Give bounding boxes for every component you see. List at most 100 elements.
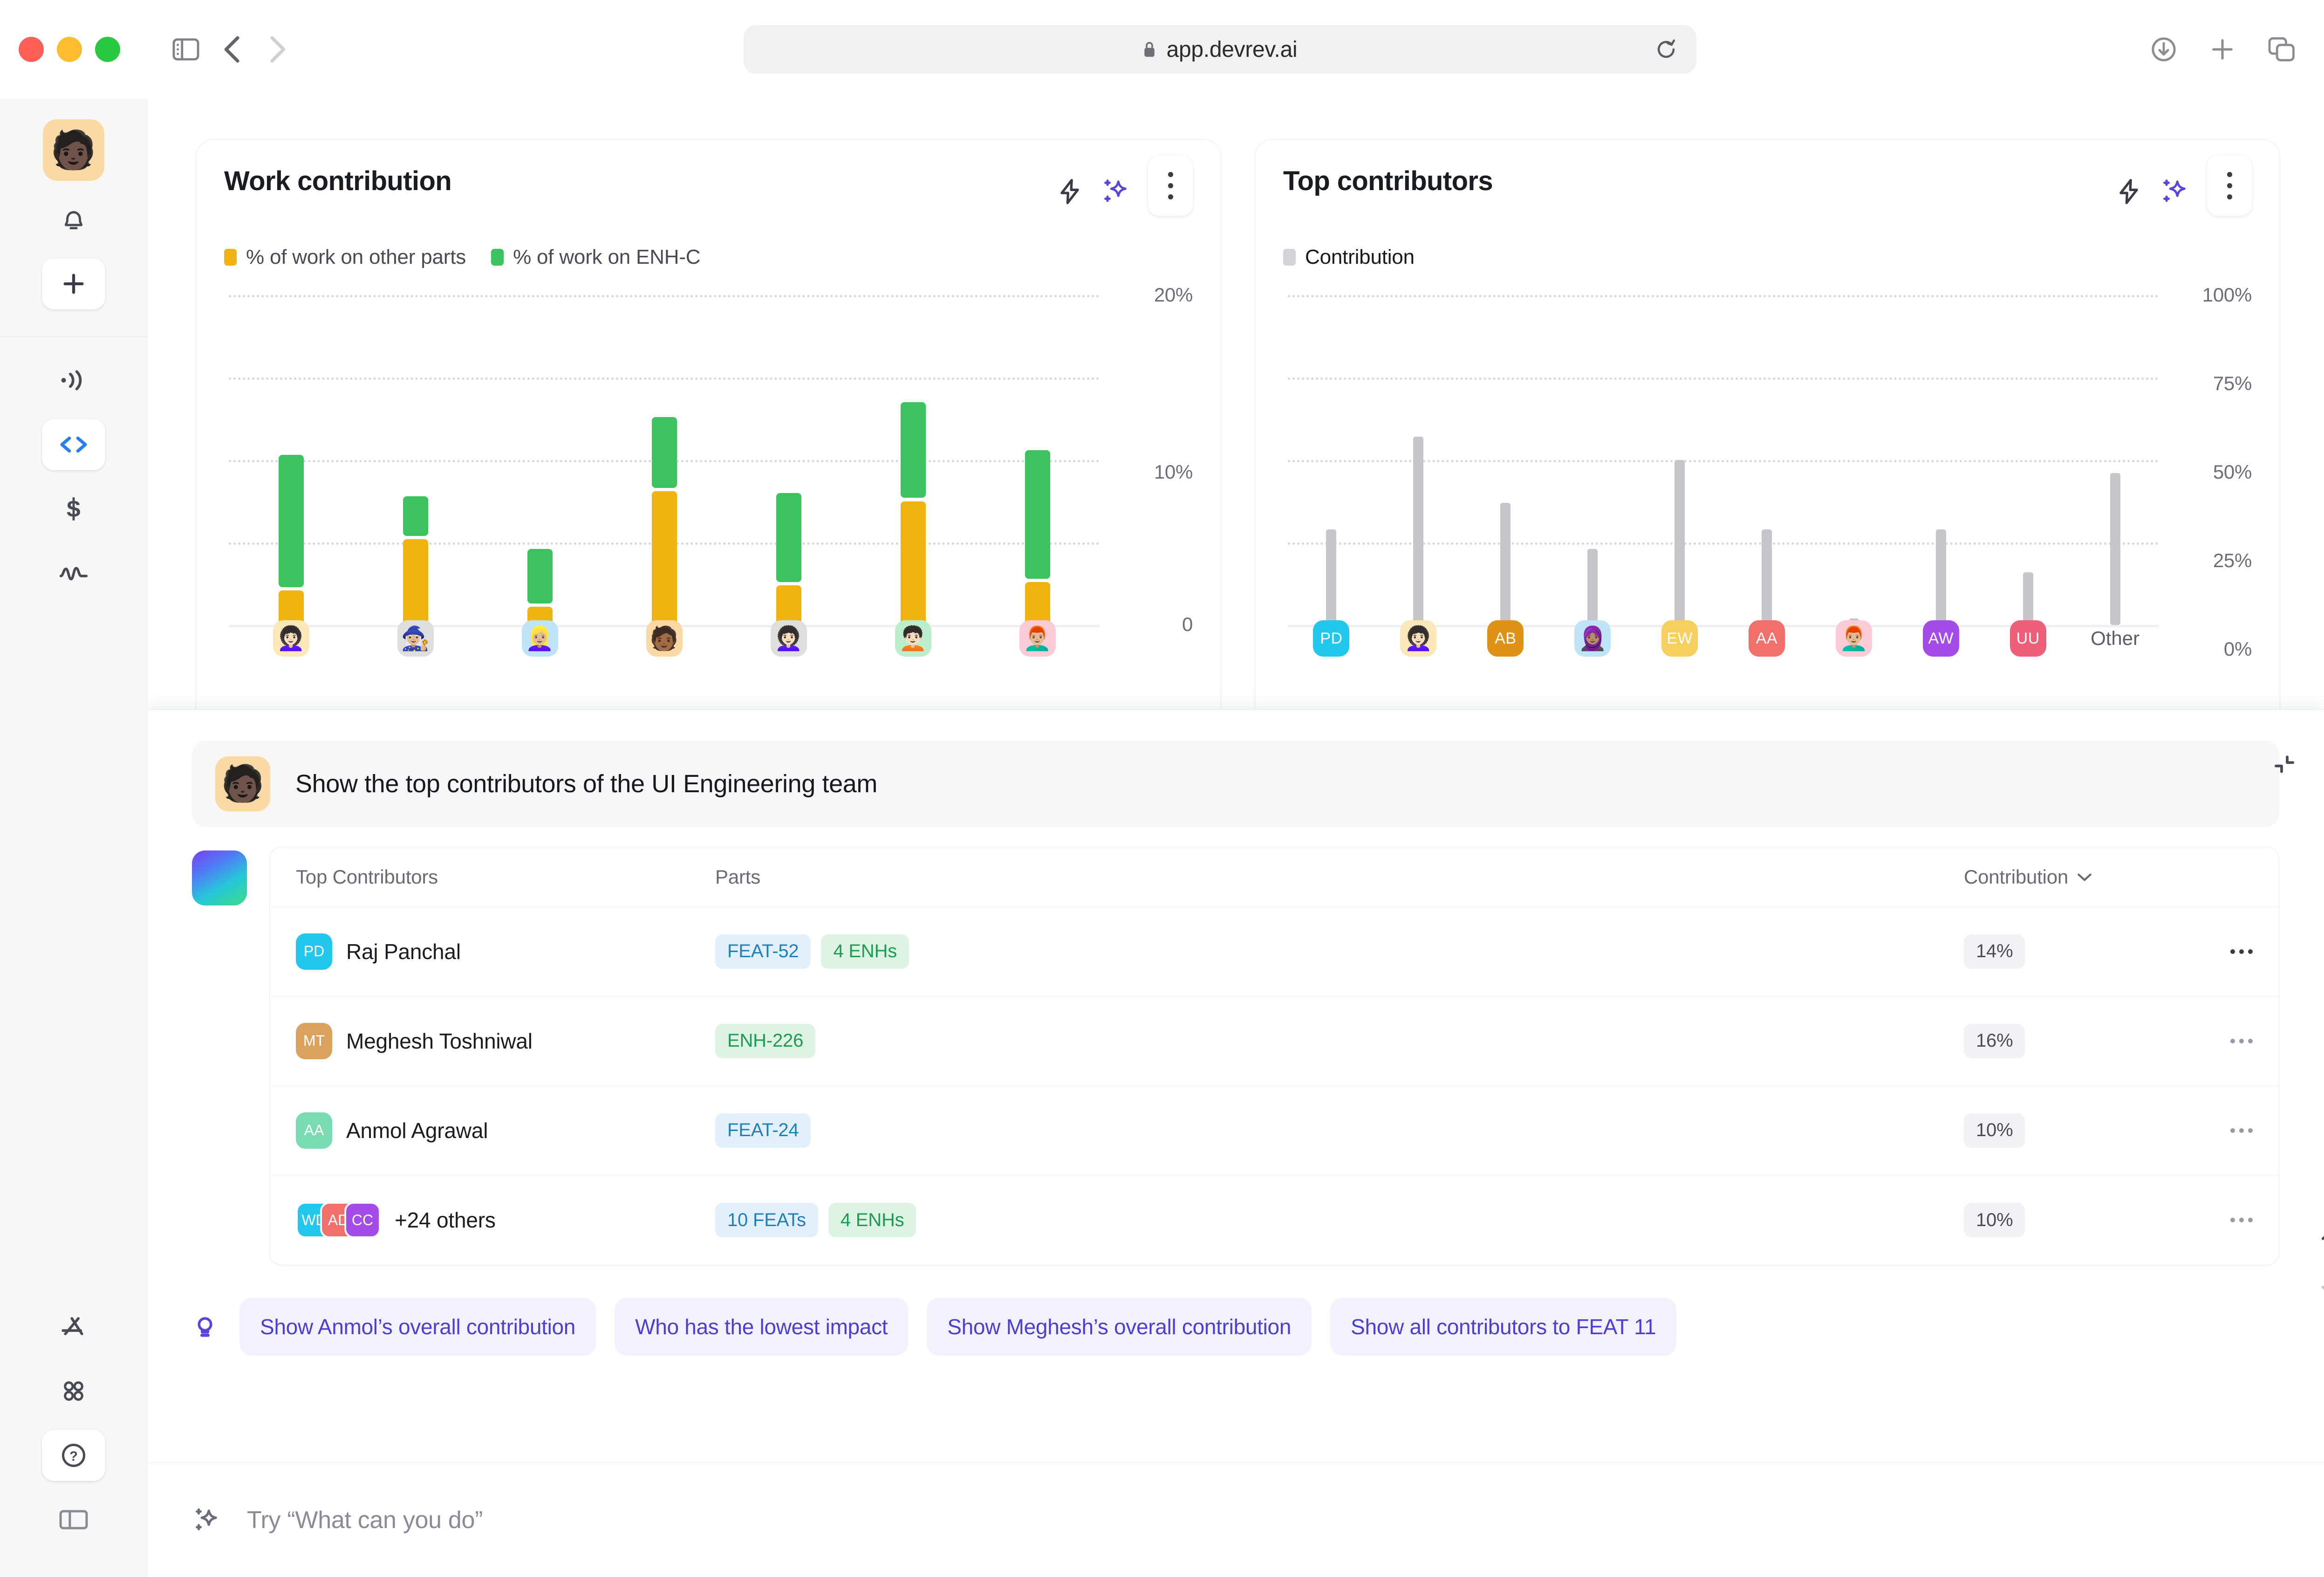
sidebar-item-apps-grid[interactable] (42, 1365, 105, 1417)
prompt-input[interactable]: Try “What can you do” (247, 1506, 483, 1534)
sidebar-item-help[interactable]: ? (42, 1430, 105, 1481)
collapse-icon[interactable] (2271, 751, 2298, 778)
bar-slot[interactable] (726, 295, 851, 625)
x-axis-tick[interactable]: AB (1462, 620, 1549, 657)
x-axis-tick[interactable]: PD (1288, 620, 1375, 657)
column-header-top-contributors[interactable]: Top Contributors (296, 866, 438, 888)
sidebar-item-analytics[interactable] (42, 548, 105, 599)
panel-layout-icon (59, 1508, 88, 1531)
sidebar-toggle-icon[interactable] (172, 38, 199, 61)
legend-label: % of work on ENH-C (513, 246, 700, 269)
table-row[interactable]: WD AD CC +24 others 10 FEATs 4 ENHs 10% (270, 1175, 2279, 1265)
lightning-icon[interactable] (1058, 178, 1082, 205)
x-axis-tick[interactable]: 👩🏻‍🦱 (1375, 620, 1462, 657)
back-chevron-icon[interactable] (221, 34, 244, 65)
x-axis-tick[interactable]: AA (1723, 620, 1811, 657)
part-chip[interactable]: FEAT-52 (715, 934, 811, 969)
x-axis-tick[interactable]: 👩🏻‍🦱 (229, 620, 353, 657)
x-axis-tick[interactable]: 👨🏼‍🦰 (1810, 620, 1897, 657)
part-chip[interactable]: FEAT-24 (715, 1113, 811, 1148)
legend-swatch-other-parts (224, 249, 237, 266)
x-axis-tick[interactable]: 👱🏼‍♀️ (478, 620, 602, 657)
row-menu-icon[interactable] (2230, 1039, 2253, 1043)
bar-slot[interactable] (1810, 295, 1897, 625)
plus-icon[interactable] (2209, 36, 2235, 62)
x-axis-tick[interactable]: 🧕🏽 (1549, 620, 1636, 657)
row-menu-icon[interactable] (2230, 949, 2253, 954)
part-chip[interactable]: 4 ENHs (828, 1203, 916, 1237)
x-axis-tick[interactable]: AW (1897, 620, 1984, 657)
sidebar-item-apps-store[interactable] (42, 1301, 105, 1352)
part-chip[interactable]: ENH-226 (715, 1024, 815, 1058)
bar-slot[interactable] (1636, 295, 1723, 625)
sidebar-item-workspace-avatar[interactable]: 🧑🏿 (43, 119, 104, 181)
bar-slot[interactable] (602, 295, 726, 625)
suggestion-chip[interactable]: Who has the lowest impact (615, 1298, 908, 1356)
sidebar-item-panel-toggle[interactable] (42, 1494, 105, 1545)
x-axis-tick[interactable]: 👨🏼‍🦰 (975, 620, 1100, 657)
bar-slot[interactable] (851, 295, 975, 625)
bar-slot[interactable] (1984, 295, 2071, 625)
bar-slot[interactable] (1549, 295, 1636, 625)
table-row[interactable]: AA Anmol Agrawal FEAT-24 10% (270, 1086, 2279, 1175)
bar-slot[interactable] (1897, 295, 1984, 625)
address-bar-container: app.devrev.ai (289, 25, 2151, 74)
x-axis-tick[interactable]: UU (1984, 620, 2071, 657)
column-header-parts[interactable]: Parts (715, 866, 760, 888)
bar-slot[interactable] (975, 295, 1100, 625)
ai-sparkle-icon[interactable] (1101, 178, 1128, 205)
address-bar[interactable]: app.devrev.ai (744, 25, 1696, 74)
table-row[interactable]: PD Raj Panchal FEAT-52 4 ENHs 14% (270, 907, 2279, 996)
sidebar-item-create-new[interactable] (42, 258, 105, 309)
downloads-icon[interactable] (2151, 36, 2177, 62)
bar-slot[interactable] (2071, 295, 2159, 625)
reload-icon[interactable] (1655, 38, 1677, 61)
legend-item[interactable]: Contribution (1283, 246, 1415, 269)
x-axis-tick[interactable]: 🧑🏾 (602, 620, 726, 657)
prompt-bar[interactable]: Try “What can you do” (147, 1462, 2324, 1577)
legend-item[interactable]: % of work on ENH-C (491, 246, 700, 269)
chevron-down-icon[interactable] (2076, 871, 2093, 883)
forward-chevron-icon[interactable] (266, 34, 289, 65)
minimize-window-button[interactable] (57, 37, 82, 62)
kebab-menu-icon[interactable] (2207, 155, 2252, 216)
app-store-icon (59, 1314, 88, 1340)
maximize-window-button[interactable] (95, 37, 120, 62)
rail-top-group: 🧑🏿 (42, 119, 105, 322)
sidebar-item-broadcast[interactable] (42, 355, 105, 406)
bar-slot[interactable] (353, 295, 478, 625)
bar-slot[interactable] (1375, 295, 1462, 625)
ai-sparkle-icon[interactable] (2160, 178, 2187, 205)
sidebar-item-billing[interactable]: S (42, 483, 105, 535)
row-menu-icon[interactable] (2230, 1218, 2253, 1222)
x-axis-tick[interactable]: 👩🏻‍🦱 (726, 620, 851, 657)
x-axis-tick[interactable]: EW (1636, 620, 1723, 657)
column-header-contribution[interactable]: Contribution (1964, 866, 2093, 888)
x-axis-tick[interactable]: 🧑🏻‍🦱 (851, 620, 975, 657)
y-axis-tick: 100% (2202, 284, 2252, 306)
bar-slot[interactable] (1288, 295, 1375, 625)
chevron-up-icon[interactable] (2319, 1228, 2324, 1242)
x-axis-tick[interactable]: 🧙🏼‍♀️ (353, 620, 478, 657)
bars-group (229, 295, 1100, 625)
sidebar-item-notifications[interactable] (42, 194, 105, 245)
legend-item[interactable]: % of work on other parts (224, 246, 466, 269)
bar-slot[interactable] (1462, 295, 1549, 625)
x-axis-contributors: PD 👩🏻‍🦱 AB 🧕🏽 EW AA 👨🏼‍🦰 AW UU Other (1288, 620, 2159, 657)
chevron-down-icon[interactable] (2319, 1284, 2324, 1298)
kebab-menu-icon[interactable] (1148, 155, 1193, 216)
tab-overview-icon[interactable] (2268, 36, 2295, 62)
bar-slot[interactable] (229, 295, 353, 625)
bar-slot[interactable] (1723, 295, 1811, 625)
sidebar-item-code[interactable] (42, 419, 105, 470)
close-window-button[interactable] (19, 37, 44, 62)
row-menu-icon[interactable] (2230, 1128, 2253, 1133)
part-chip[interactable]: 4 ENHs (821, 934, 909, 969)
suggestion-chip[interactable]: Show all contributors to FEAT 11 (1330, 1298, 1676, 1356)
suggestion-chip[interactable]: Show Anmol’s overall contribution (239, 1298, 596, 1356)
bar-slot[interactable] (478, 295, 602, 625)
part-chip[interactable]: 10 FEATs (715, 1203, 818, 1237)
table-row[interactable]: MT Meghesh Toshniwal ENH-226 16% (270, 996, 2279, 1086)
suggestion-chip[interactable]: Show Meghesh’s overall contribution (927, 1298, 1312, 1356)
lightning-icon[interactable] (2117, 178, 2141, 205)
